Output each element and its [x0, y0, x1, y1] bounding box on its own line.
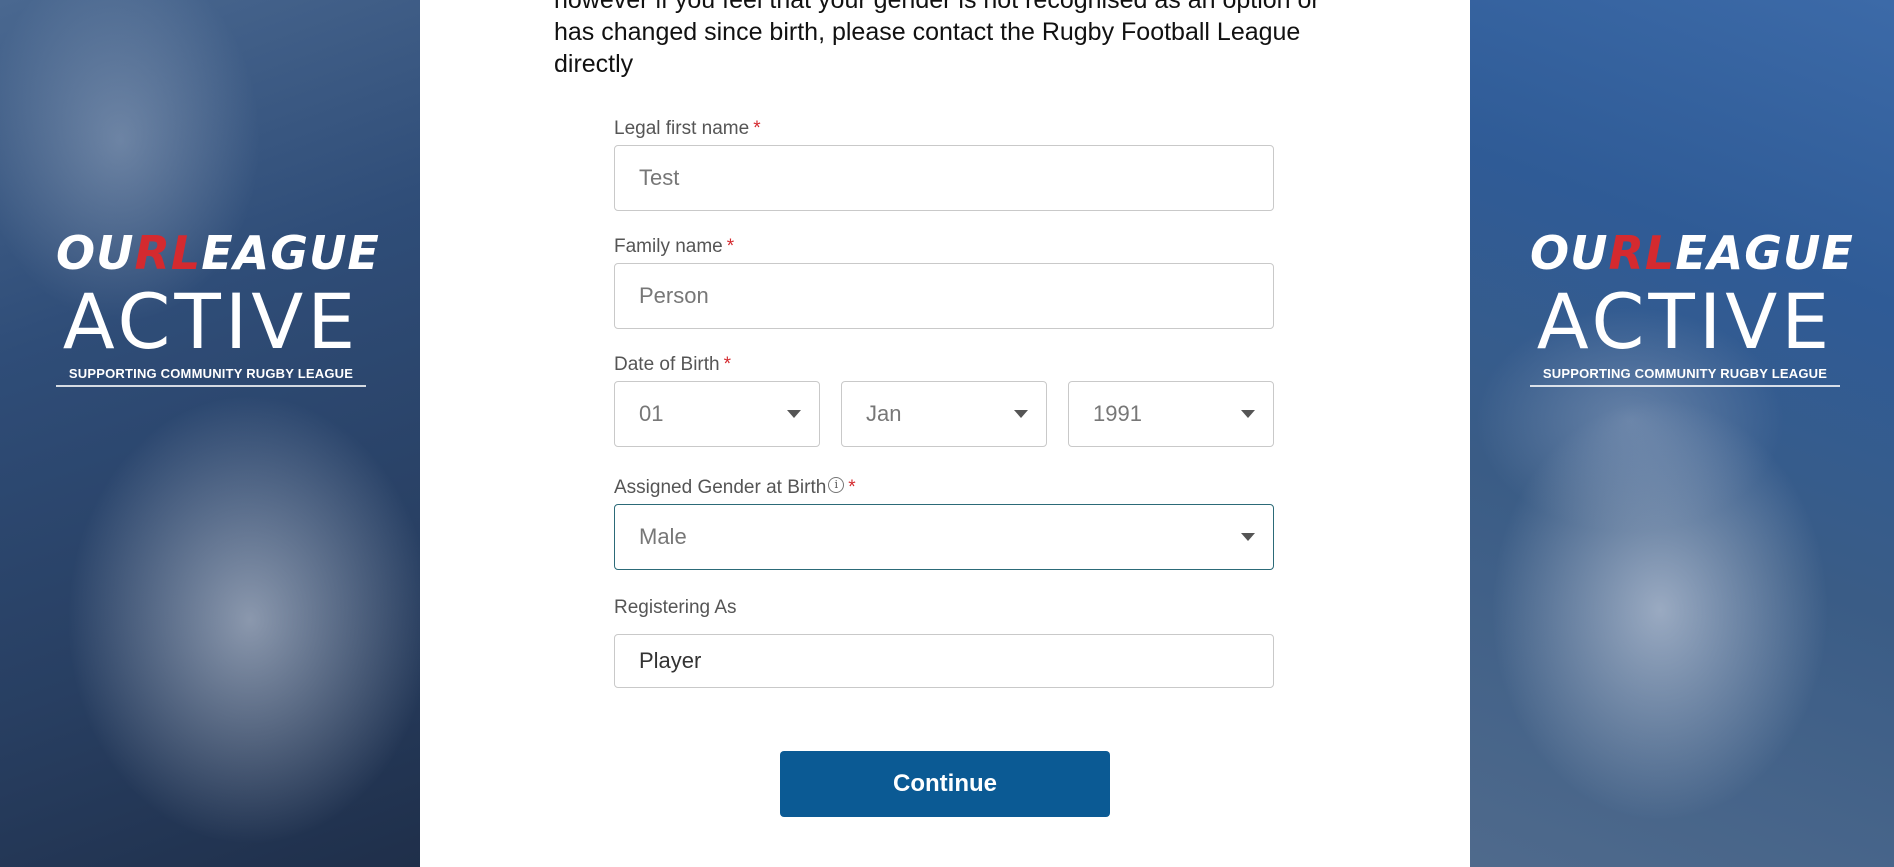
right-brand-panel: OURLEAGUE ACTIVE SUPPORTING COMMUNITY RU…: [1470, 0, 1894, 867]
family-name-value: Person: [639, 283, 709, 308]
logo-active: ACTIVE: [62, 277, 360, 366]
required-marker: *: [753, 118, 761, 139]
logo-wordmark: OURLEAGUE: [1530, 226, 1853, 280]
dob-label-text: Date of Birth: [614, 354, 720, 375]
registering-as-value: Player: [639, 648, 702, 673]
dob-day-select[interactable]: 01: [614, 381, 820, 447]
first-name-label-text: Legal first name: [614, 118, 750, 139]
logo-active: ACTIVE: [1536, 277, 1834, 366]
logo-suffix: EAGUE: [1675, 226, 1854, 280]
logo-suffix: EAGUE: [201, 226, 380, 280]
brand-logo-left: OURLEAGUE ACTIVE SUPPORTING COMMUNITY RU…: [56, 226, 379, 387]
gender-notice-text: however if you feel that your gender is …: [554, 0, 1320, 78]
logo-rl: RL: [134, 226, 202, 280]
first-name-label: Legal first name *: [614, 118, 761, 140]
first-name-input[interactable]: Test: [614, 145, 1274, 211]
registering-as-label: Registering As: [614, 597, 737, 619]
dob-year-select[interactable]: 1991: [1068, 381, 1274, 447]
gender-select[interactable]: Male: [614, 504, 1274, 570]
required-marker: *: [848, 477, 856, 498]
logo-tagline: SUPPORTING COMMUNITY RUGBY LEAGUE: [1530, 366, 1840, 387]
registering-as-label-text: Registering As: [614, 597, 737, 618]
required-marker: *: [723, 354, 732, 375]
gender-value: Male: [639, 524, 687, 549]
gender-label-text: Assigned Gender at Birth: [614, 477, 827, 498]
dob-day-value: 01: [639, 401, 664, 426]
logo-prefix: OU: [56, 226, 135, 280]
logo-rl: RL: [1608, 226, 1676, 280]
continue-button[interactable]: Continue: [780, 751, 1110, 817]
registration-form-panel: however if you feel that your gender is …: [420, 0, 1470, 867]
dob-label: Date of Birth *: [614, 354, 731, 376]
required-marker: *: [726, 236, 735, 257]
dob-month-value: Jan: [866, 401, 902, 426]
chevron-down-icon: [1014, 410, 1028, 418]
chevron-down-icon: [1241, 533, 1255, 541]
registering-as-field: Player: [614, 634, 1274, 688]
logo-wordmark: OURLEAGUE: [56, 226, 379, 280]
chevron-down-icon: [787, 410, 801, 418]
family-name-input[interactable]: Person: [614, 263, 1274, 329]
left-brand-panel: OURLEAGUE ACTIVE SUPPORTING COMMUNITY RU…: [0, 0, 420, 867]
dob-year-value: 1991: [1093, 401, 1142, 426]
family-name-label-text: Family name: [614, 236, 723, 257]
family-name-label: Family name *: [614, 236, 734, 258]
logo-prefix: OU: [1530, 226, 1609, 280]
gender-label: Assigned Gender at Birth i *: [614, 477, 856, 499]
info-icon[interactable]: i: [828, 477, 845, 493]
first-name-value: Test: [639, 165, 680, 190]
logo-tagline: SUPPORTING COMMUNITY RUGBY LEAGUE: [56, 366, 366, 387]
dob-month-select[interactable]: Jan: [841, 381, 1047, 447]
brand-logo-right: OURLEAGUE ACTIVE SUPPORTING COMMUNITY RU…: [1530, 226, 1853, 387]
chevron-down-icon: [1241, 410, 1255, 418]
